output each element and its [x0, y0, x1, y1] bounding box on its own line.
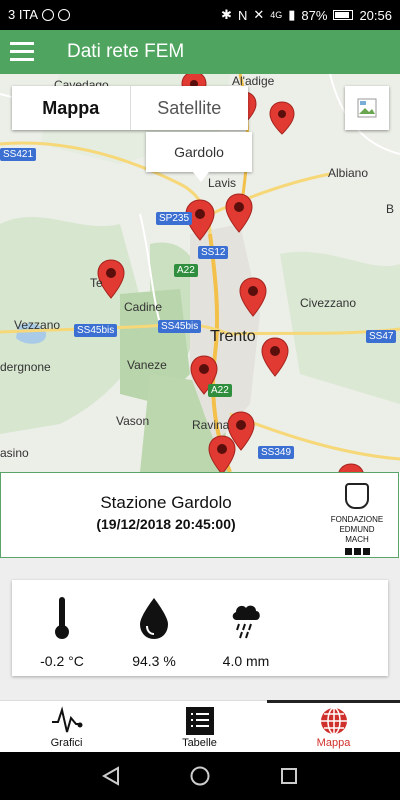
humidity-metric: 94.3 %: [114, 596, 194, 669]
humidity-value: 94.3 %: [132, 653, 176, 669]
map-type-map-button[interactable]: Mappa: [12, 86, 130, 130]
map-type-toggle: Mappa Satellite: [12, 86, 248, 130]
road-shield: A22: [208, 384, 232, 397]
mute-icon: ✕: [253, 7, 265, 22]
map-view[interactable]: Cavedago Albiano Lavis Cadine Civezzano …: [0, 74, 400, 472]
station-datetime: (19/12/2018 20:45:00): [96, 516, 236, 532]
water-drop-icon: [140, 598, 168, 639]
map-label: asino: [0, 446, 29, 460]
app-bar: Dati rete FEM: [0, 30, 400, 74]
temperature-value: -0.2 °C: [40, 653, 84, 669]
road-shield: SS45bis: [158, 320, 202, 333]
map-label: Civezzano: [300, 296, 357, 310]
measurements-section: -0.2 °C 94.3 % 4.0 mm: [0, 558, 400, 700]
map-label: Lavis: [208, 176, 237, 190]
bluetooth-icon: ✱: [221, 7, 232, 22]
road-shield: SS45bis: [74, 324, 118, 337]
map-label: Cadine: [124, 300, 163, 314]
chart-pulse-icon: [51, 706, 82, 733]
road-shield: SS349: [258, 446, 295, 459]
app-title: Dati rete FEM: [67, 41, 185, 62]
notification-icon: [58, 8, 71, 21]
map-label: Vaneze: [127, 358, 167, 372]
table-list-icon: [185, 707, 214, 735]
home-icon[interactable]: [190, 766, 210, 786]
marker-info-window[interactable]: Gardolo: [146, 132, 252, 172]
map-type-satellite-button[interactable]: Satellite: [131, 86, 249, 130]
road-shield: SS47: [366, 330, 397, 343]
road-shield: A22: [174, 264, 198, 277]
map-layer-button[interactable]: [345, 86, 389, 130]
map-label: Ravina: [192, 418, 230, 432]
nav-label: Tabelle: [182, 737, 217, 749]
road-shield: SS12: [198, 246, 229, 259]
map-label: dergnone: [0, 360, 51, 374]
nav-item-tabelle[interactable]: Tabelle: [133, 701, 266, 753]
rain-metric: 4.0 mm: [206, 596, 286, 669]
nav-label: Mappa: [316, 737, 351, 749]
road-shield: SS421: [0, 148, 37, 161]
station-card: Stazione Gardolo (19/12/2018 20:45:00) F…: [0, 472, 399, 558]
battery-icon: [333, 10, 354, 20]
carrier-label: 3 ITA: [8, 7, 39, 22]
system-navigation-bar: [0, 752, 400, 800]
map-label: Vason: [116, 414, 150, 428]
bottom-navigation: Grafici Tabelle Mappa: [0, 700, 400, 753]
recents-icon[interactable]: [281, 768, 297, 784]
status-bar: 3 ITA ✱ N ✕ 4G ▮ 87% 20:56: [0, 0, 400, 30]
road-shield: SP235: [156, 212, 193, 225]
temperature-metric: -0.2 °C: [22, 596, 102, 669]
fem-emblem-icon: [345, 483, 369, 509]
network-label: 4G: [270, 10, 283, 20]
image-icon: [357, 98, 377, 118]
signal-icon: ▮: [288, 7, 296, 22]
map-label: Vezzano: [14, 318, 61, 332]
battery-percent: 87%: [301, 7, 328, 23]
nav-item-grafici[interactable]: Grafici: [0, 701, 133, 753]
map-label: Te: [90, 276, 103, 290]
map-label: Trento: [210, 328, 256, 345]
fem-logo: FONDAZIONE EDMUND MACH: [327, 483, 387, 555]
nav-label: Grafici: [50, 737, 83, 749]
rain-value: 4.0 mm: [222, 653, 270, 669]
notification-icon: [42, 8, 55, 21]
nav-item-mappa[interactable]: Mappa: [267, 701, 400, 753]
hamburger-menu-icon[interactable]: [10, 42, 34, 62]
thermometer-icon: [55, 597, 69, 639]
globe-icon: [320, 707, 347, 735]
back-icon[interactable]: [101, 766, 119, 786]
clock: 20:56: [359, 7, 392, 23]
map-label: B: [386, 202, 395, 216]
rain-cloud-icon: [232, 605, 260, 639]
map-label: Albiano: [328, 166, 369, 180]
measurements-card: -0.2 °C 94.3 % 4.0 mm: [12, 580, 388, 676]
station-name: Stazione Gardolo: [100, 493, 232, 512]
nfc-icon: N: [237, 7, 248, 23]
